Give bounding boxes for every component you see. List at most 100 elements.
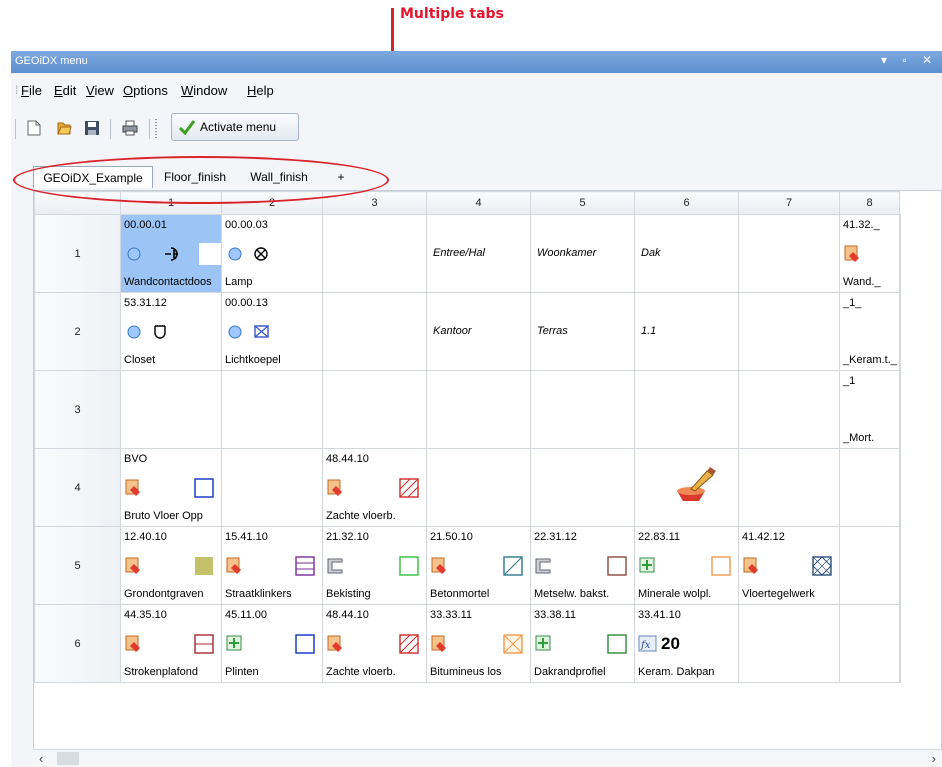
orange-outline-swatch bbox=[711, 556, 731, 576]
material-icon bbox=[844, 245, 859, 262]
menu-edit[interactable]: Edit bbox=[54, 83, 76, 98]
grid-cell[interactable]: 48.44.10 Zachte vloerb. bbox=[322, 448, 427, 527]
grid-cell[interactable]: Dak bbox=[634, 214, 739, 293]
grid-cell[interactable]: 48.44.10 Zachte vloerb. bbox=[322, 604, 427, 683]
column-header[interactable]: 6 bbox=[634, 191, 739, 215]
horizontal-scrollbar[interactable]: ‹ › bbox=[33, 749, 942, 767]
column-header[interactable]: 7 bbox=[738, 191, 840, 215]
grid-cell[interactable] bbox=[899, 604, 901, 683]
menu-options[interactable]: Options bbox=[123, 83, 168, 98]
grid-cell[interactable] bbox=[738, 448, 840, 527]
insulation-icon bbox=[226, 635, 242, 651]
spreadsheet-grid[interactable]: 1 2 3 4 5 6 7 8 1 00.00.01 Wandcontactdo… bbox=[33, 190, 942, 750]
grid-cell[interactable] bbox=[738, 604, 840, 683]
grid-cell[interactable]: 53.31.12 Closet bbox=[120, 292, 222, 371]
grid-cell[interactable]: 22.31.12 Metselw. bakst. bbox=[530, 526, 635, 605]
menu-view[interactable]: View bbox=[86, 83, 114, 98]
cell-name: Vloertegelwerk bbox=[742, 588, 815, 600]
grid-cell[interactable]: 33.33.11 Bitumineus los bbox=[426, 604, 531, 683]
grid-cell[interactable]: 12.40.10 Grondontgraven bbox=[120, 526, 222, 605]
cell-text: Dak bbox=[641, 247, 661, 259]
column-header[interactable]: 5 bbox=[530, 191, 635, 215]
row-header[interactable]: 5 bbox=[34, 526, 121, 605]
cell-code: 53.31.12 bbox=[124, 297, 167, 309]
column-header[interactable]: 8 bbox=[839, 191, 900, 215]
print-icon[interactable] bbox=[119, 117, 141, 139]
cell-name: Straatklinkers bbox=[225, 588, 292, 600]
save-icon[interactable] bbox=[81, 117, 103, 139]
grid-cell[interactable] bbox=[899, 370, 901, 449]
menu-window[interactable]: Window bbox=[181, 83, 227, 98]
grid-cell[interactable] bbox=[839, 526, 900, 605]
grid-cell[interactable]: 00.00.01 Wandcontactdoos bbox=[120, 214, 222, 293]
grid-cell[interactable] bbox=[322, 214, 427, 293]
blue-circle-icon bbox=[228, 325, 242, 339]
grid-cell[interactable] bbox=[634, 370, 739, 449]
open-file-icon[interactable] bbox=[53, 117, 75, 139]
row-header[interactable]: 4 bbox=[34, 448, 121, 527]
grid-cell[interactable]: 21.32.10 Bekisting bbox=[322, 526, 427, 605]
grid-cell[interactable]: Terras bbox=[530, 292, 635, 371]
grid-cell[interactable] bbox=[530, 370, 635, 449]
insulation-icon bbox=[639, 557, 655, 573]
grid-cell[interactable] bbox=[899, 526, 901, 605]
cell-name: Bekisting bbox=[326, 588, 371, 600]
menu-bar: ⁞ File Edit View Options Window Help bbox=[11, 77, 942, 103]
activate-menu-button[interactable]: Activate menu bbox=[171, 113, 299, 141]
grid-cell[interactable]: _1 _Mort. bbox=[839, 370, 900, 449]
grid-cell[interactable]: 33.41.10 fx 20 Keram. Dakpan bbox=[634, 604, 739, 683]
grid-cell[interactable] bbox=[530, 448, 635, 527]
grid-cell[interactable]: BVO Bruto Vloer Opp bbox=[120, 448, 222, 527]
grid-cell[interactable]: _1_ _Keram.t._ bbox=[839, 292, 900, 371]
grid-cell[interactable]: Entree/Hal bbox=[426, 214, 531, 293]
scroll-thumb[interactable] bbox=[57, 752, 79, 765]
grid-cell[interactable] bbox=[322, 292, 427, 371]
grid-cell[interactable]: Kantoor bbox=[426, 292, 531, 371]
grid-cell[interactable] bbox=[738, 370, 840, 449]
column-header[interactable]: 4 bbox=[426, 191, 531, 215]
purple-striped-swatch bbox=[295, 556, 315, 576]
grid-cell[interactable]: 22.83.11 Minerale wolpl. bbox=[634, 526, 739, 605]
grid-cell[interactable]: 41.32._ Wand._ bbox=[839, 214, 900, 293]
grid-cell[interactable] bbox=[322, 370, 427, 449]
grid-cell[interactable]: 44.35.10 Strokenplafond bbox=[120, 604, 222, 683]
grid-cell[interactable] bbox=[839, 448, 900, 527]
grid-cell[interactable]: 15.41.10 Straatklinkers bbox=[221, 526, 323, 605]
grid-cell[interactable] bbox=[120, 370, 222, 449]
grid-cell[interactable] bbox=[221, 448, 323, 527]
grid-cell[interactable] bbox=[221, 370, 323, 449]
row-header[interactable]: 2 bbox=[34, 292, 121, 371]
scroll-right-icon[interactable]: › bbox=[932, 751, 936, 766]
grid-cell[interactable] bbox=[634, 448, 739, 527]
row-header[interactable]: 3 bbox=[34, 370, 121, 449]
checkmark-icon bbox=[178, 120, 196, 135]
menu-help[interactable]: Help bbox=[247, 83, 274, 98]
row-header[interactable]: 1 bbox=[34, 214, 121, 293]
grid-cell[interactable]: 33.38.11 Dakrandprofiel bbox=[530, 604, 635, 683]
menu-file[interactable]: File bbox=[21, 83, 42, 98]
grid-cell[interactable]: 1.1 bbox=[634, 292, 739, 371]
grid-cell[interactable] bbox=[899, 292, 901, 371]
window-controls[interactable]: ▾ ▫ ✕ bbox=[881, 53, 938, 67]
grid-cell[interactable] bbox=[426, 370, 531, 449]
tile-pattern-swatch bbox=[812, 556, 832, 576]
cell-value: 20 bbox=[661, 634, 680, 653]
grid-cell[interactable]: 21.50.10 Betonmortel bbox=[426, 526, 531, 605]
scroll-left-icon[interactable]: ‹ bbox=[39, 751, 43, 766]
grid-cell[interactable]: 00.00.03 Lamp bbox=[221, 214, 323, 293]
grid-cell[interactable] bbox=[738, 292, 840, 371]
grid-cell[interactable]: Woonkamer bbox=[530, 214, 635, 293]
cell-name: _Mort. bbox=[843, 432, 875, 444]
cell-code: 00.00.13 bbox=[225, 297, 268, 309]
grid-cell[interactable]: 41.42.12 Vloertegelwerk bbox=[738, 526, 840, 605]
grid-cell[interactable] bbox=[738, 214, 840, 293]
grid-cell[interactable] bbox=[899, 448, 901, 527]
cell-code: 00.00.03 bbox=[225, 219, 268, 231]
new-file-icon[interactable] bbox=[23, 117, 45, 139]
grid-cell[interactable]: 45.11.00 Plinten bbox=[221, 604, 323, 683]
grid-cell[interactable] bbox=[839, 604, 900, 683]
grid-cell[interactable] bbox=[899, 214, 901, 293]
row-header[interactable]: 6 bbox=[34, 604, 121, 683]
grid-cell[interactable]: 00.00.13 Lichtkoepel bbox=[221, 292, 323, 371]
grid-cell[interactable] bbox=[426, 448, 531, 527]
